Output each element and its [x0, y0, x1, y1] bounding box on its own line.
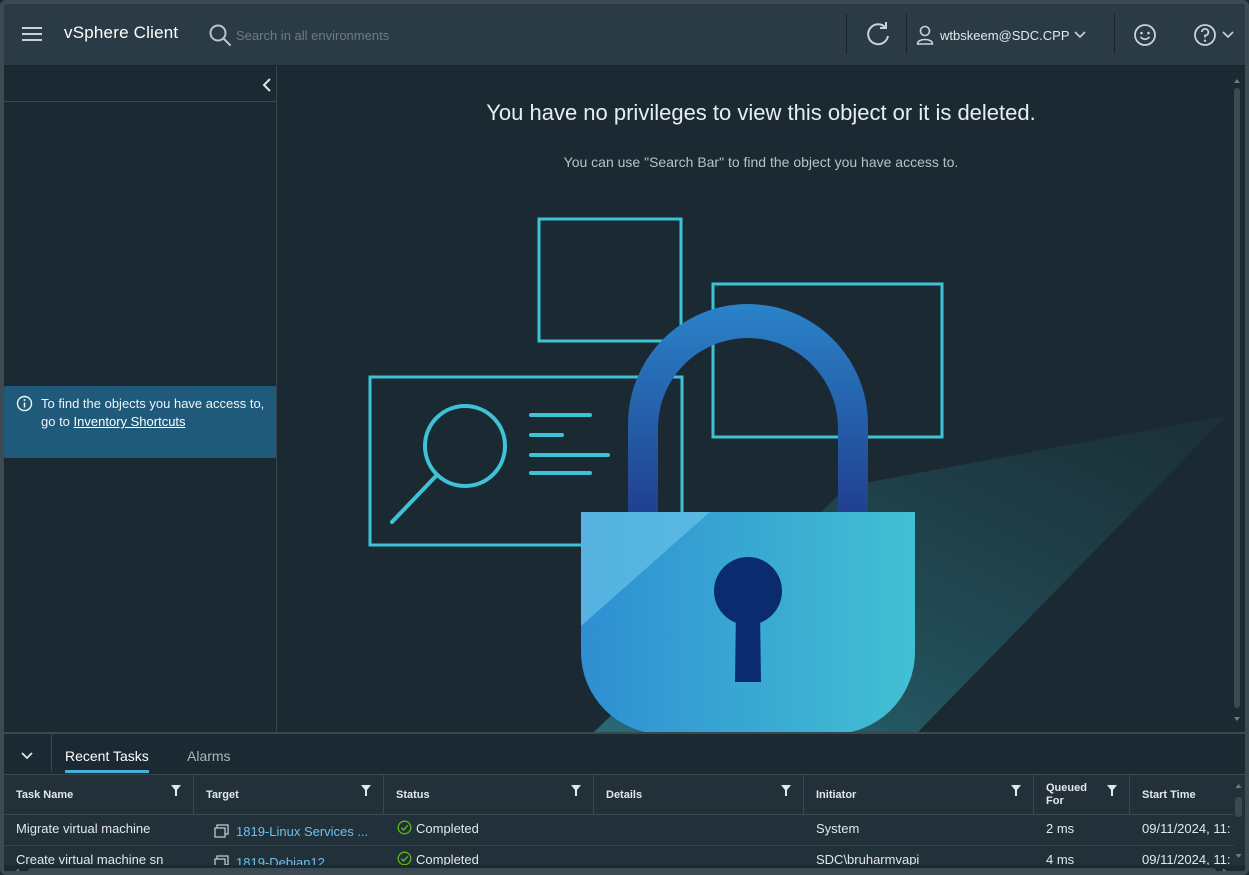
info-banner: To find the objects you have access to, …	[4, 386, 276, 458]
column-label: Details	[606, 789, 643, 801]
column-label: Initiator	[816, 789, 857, 801]
app-title: vSphere Client	[64, 23, 179, 42]
filter-icon[interactable]	[781, 785, 791, 796]
column-header-task-name[interactable]: Task Name	[4, 775, 194, 815]
header-divider	[906, 14, 907, 54]
tasks-vertical-scrollbar[interactable]	[1232, 775, 1245, 865]
initiator-cell: System	[816, 821, 860, 836]
filter-icon[interactable]	[571, 785, 581, 796]
scroll-up-icon[interactable]	[1232, 781, 1245, 791]
column-label: Status	[396, 789, 430, 801]
target-link[interactable]: 1819-Linux Services ...	[236, 824, 376, 839]
check-circle-icon	[397, 820, 412, 835]
column-label: Task Name	[16, 789, 74, 801]
table-row[interactable]: Migrate virtual machine 1819-Linux Servi…	[4, 815, 1234, 846]
collapse-tasks-chevron-icon[interactable]	[18, 746, 36, 764]
tasks-panel: Recent Tasks Alarms Task Name Target Sta…	[4, 732, 1245, 875]
filter-icon[interactable]	[1107, 785, 1117, 796]
scroll-thumb[interactable]	[1234, 88, 1240, 708]
scroll-thumb[interactable]	[28, 868, 1216, 871]
column-header-status[interactable]: Status	[384, 775, 594, 815]
column-label: Target	[206, 789, 239, 801]
column-header-queued-for[interactable]: Queued For	[1034, 775, 1130, 815]
chevron-down-icon	[1073, 31, 1086, 39]
collapse-panel-chevron-icon[interactable]	[260, 76, 274, 94]
panel-divider	[4, 101, 277, 102]
column-label: Queued For	[1046, 782, 1087, 807]
global-search-input[interactable]	[236, 22, 616, 48]
info-icon	[16, 395, 33, 412]
top-header: vSphere Client wtbskeem@SDC.CPP	[4, 4, 1245, 66]
filter-icon[interactable]	[361, 785, 371, 796]
feedback-smiley-icon[interactable]	[1132, 22, 1158, 48]
filter-icon[interactable]	[1011, 785, 1021, 796]
scroll-up-icon[interactable]	[1231, 76, 1243, 86]
start-time-cell: 09/11/2024, 11:	[1142, 821, 1231, 836]
scroll-down-icon[interactable]	[1232, 851, 1245, 861]
scroll-down-icon[interactable]	[1231, 714, 1243, 724]
user-menu[interactable]: wtbskeem@SDC.CPP	[916, 22, 1086, 48]
navigator-panel: To find the objects you have access to, …	[4, 66, 277, 732]
tasks-horizontal-scrollbar[interactable]	[4, 865, 1245, 875]
no-privileges-subtitle: You can use "Search Bar" to find the obj…	[563, 154, 959, 170]
help-icon[interactable]	[1192, 22, 1238, 48]
vsphere-window: vSphere Client wtbskeem@SDC.CPP	[0, 0, 1249, 875]
column-label: Start Time	[1142, 789, 1196, 801]
scroll-left-icon[interactable]	[12, 865, 22, 875]
vm-icon	[214, 824, 229, 838]
task-name-cell: Migrate virtual machine	[16, 821, 151, 836]
search-icon[interactable]	[208, 23, 232, 47]
user-name: wtbskeem@SDC.CPP	[940, 27, 1070, 43]
column-header-details[interactable]: Details	[594, 775, 804, 815]
scroll-right-icon[interactable]	[1220, 865, 1230, 875]
panel-divider	[51, 734, 52, 772]
check-circle-icon	[397, 851, 412, 866]
scroll-thumb[interactable]	[1235, 797, 1242, 817]
column-header-target[interactable]: Target	[194, 775, 384, 815]
hamburger-menu-icon[interactable]	[20, 23, 44, 45]
column-header-start-time[interactable]: Start Time	[1130, 775, 1234, 815]
recent-tasks-table: Task Name Target Status Details Initiato…	[4, 774, 1245, 875]
user-icon	[916, 25, 934, 45]
column-header-initiator[interactable]: Initiator	[804, 775, 1034, 815]
queued-for-cell: 2 ms	[1046, 821, 1075, 836]
header-divider	[846, 14, 847, 54]
no-privileges-title: You have no privileges to view this obje…	[486, 100, 1036, 125]
table-header: Task Name Target Status Details Initiato…	[4, 775, 1234, 815]
refresh-icon[interactable]	[864, 20, 892, 48]
tab-recent-tasks[interactable]: Recent Tasks	[65, 748, 149, 773]
main-content: You have no privileges to view this obje…	[278, 66, 1245, 732]
header-divider	[1114, 14, 1115, 54]
main-vertical-scrollbar[interactable]	[1231, 66, 1243, 732]
inventory-shortcuts-link[interactable]: Inventory Shortcuts	[74, 414, 186, 429]
tab-alarms[interactable]: Alarms	[187, 748, 231, 770]
filter-icon[interactable]	[171, 785, 181, 796]
status-cell: Completed	[416, 821, 479, 836]
